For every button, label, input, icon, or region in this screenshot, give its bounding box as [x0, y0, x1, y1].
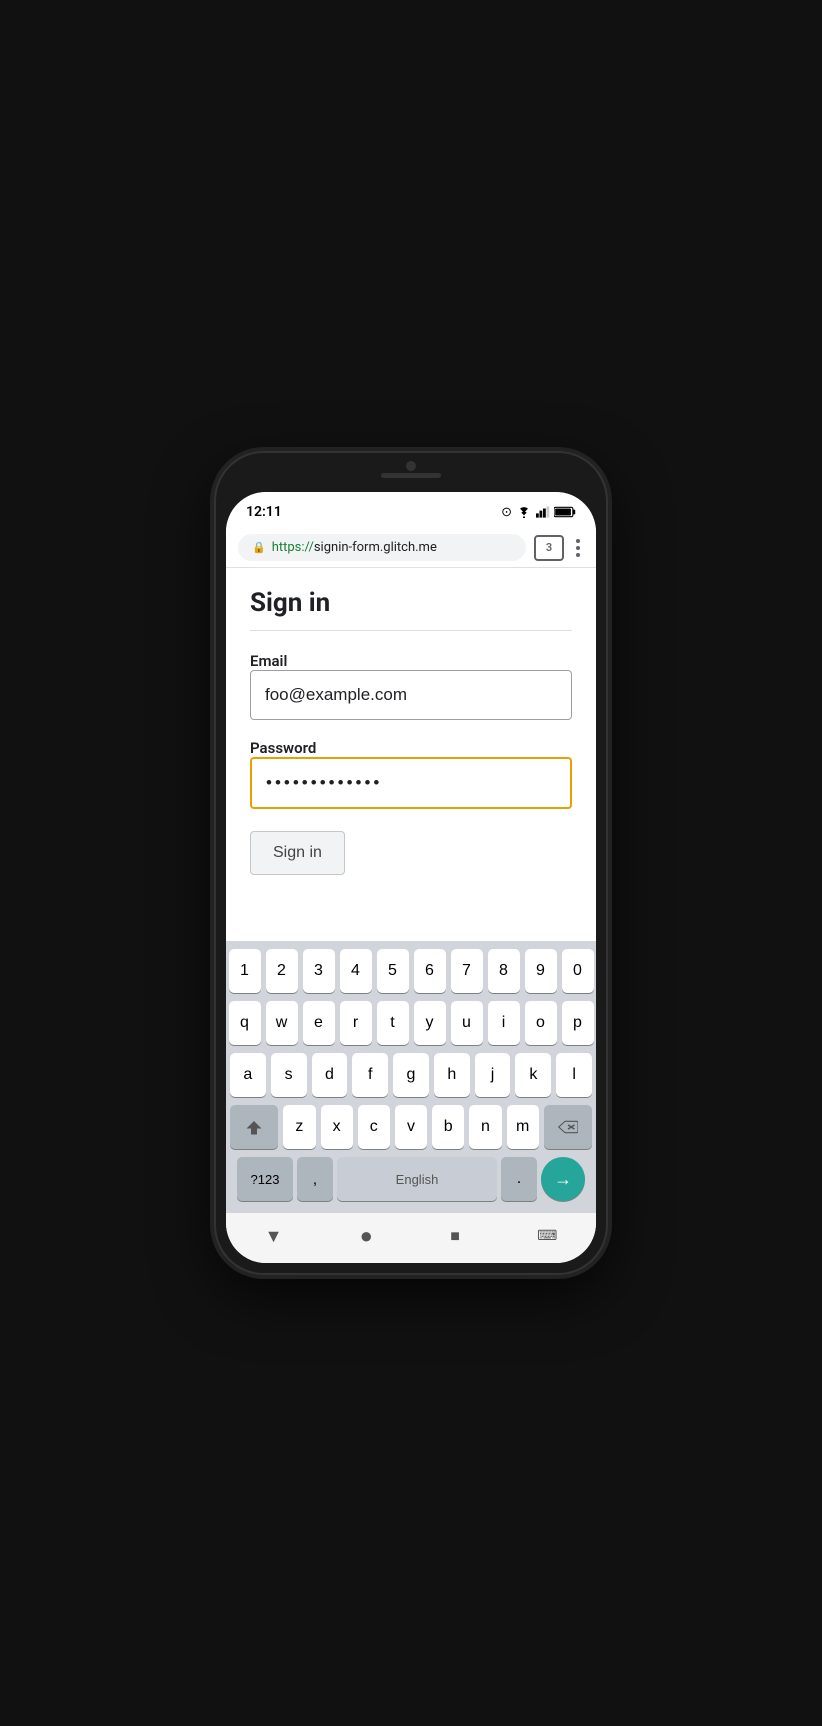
key-0[interactable]: 0: [562, 949, 594, 993]
key-b[interactable]: b: [432, 1105, 464, 1149]
nav-bar: ▼ ● ■ ⌨: [226, 1213, 596, 1263]
camera-area: [216, 453, 606, 473]
key-t[interactable]: t: [377, 1001, 409, 1045]
key-a[interactable]: a: [230, 1053, 266, 1097]
status-icons: ⊙: [501, 505, 576, 520]
backspace-key[interactable]: [544, 1105, 592, 1149]
menu-button[interactable]: [572, 535, 584, 561]
url-https: https://: [272, 540, 314, 555]
menu-dot: [576, 546, 580, 550]
enter-key[interactable]: →: [541, 1157, 585, 1201]
key-5[interactable]: 5: [377, 949, 409, 993]
key-d[interactable]: d: [312, 1053, 348, 1097]
address-bar: 🔒 https://signin-form.glitch.me 3: [226, 528, 596, 568]
nav-recents-icon[interactable]: ■: [450, 1226, 460, 1246]
phone-frame: 12:11 ⊙: [216, 453, 606, 1273]
sign-in-button[interactable]: Sign in: [250, 831, 345, 875]
keyboard: 1 2 3 4 5 6 7 8 9 0 q w e r t y u i: [226, 941, 596, 1213]
nav-home-icon[interactable]: ●: [360, 1223, 373, 1249]
space-key[interactable]: English: [337, 1157, 497, 1201]
key-g[interactable]: g: [393, 1053, 429, 1097]
key-q[interactable]: q: [229, 1001, 261, 1045]
key-y[interactable]: y: [414, 1001, 446, 1045]
key-e[interactable]: e: [303, 1001, 335, 1045]
key-f[interactable]: f: [352, 1053, 388, 1097]
title-divider: [250, 630, 572, 631]
status-bar: 12:11 ⊙: [226, 492, 596, 528]
key-u[interactable]: u: [451, 1001, 483, 1045]
lock-icon: 🔒: [252, 541, 266, 554]
battery-icon: [554, 506, 576, 518]
shift-key[interactable]: [230, 1105, 278, 1149]
keyboard-row-numbers: 1 2 3 4 5 6 7 8 9 0: [230, 949, 592, 993]
numbers-switch-key[interactable]: ?123: [237, 1157, 293, 1201]
key-7[interactable]: 7: [451, 949, 483, 993]
key-8[interactable]: 8: [488, 949, 520, 993]
page-content: Sign in Email Password Sign in: [226, 568, 596, 941]
tab-button[interactable]: 3: [534, 535, 564, 561]
url-domain: signin-form.glitch.me: [314, 540, 437, 555]
key-v[interactable]: v: [395, 1105, 427, 1149]
camera-dot: [406, 461, 416, 471]
keyboard-row-bottom: ?123 , English . →: [230, 1157, 592, 1201]
keyboard-row-qwerty: q w e r t y u i o p: [230, 1001, 592, 1045]
key-z[interactable]: z: [283, 1105, 315, 1149]
keyboard-row-asdf: a s d f g h j k l: [230, 1053, 592, 1097]
phone-screen: 12:11 ⊙: [226, 492, 596, 1263]
key-4[interactable]: 4: [340, 949, 372, 993]
page-title: Sign in: [250, 588, 572, 618]
key-p[interactable]: p: [562, 1001, 594, 1045]
comma-key[interactable]: ,: [297, 1157, 333, 1201]
key-r[interactable]: r: [340, 1001, 372, 1045]
email-input[interactable]: [250, 670, 572, 720]
key-l[interactable]: l: [556, 1053, 592, 1097]
wifi-icon: [516, 506, 532, 518]
notification-icon: ⊙: [501, 505, 512, 520]
nav-keyboard-icon[interactable]: ⌨: [537, 1228, 557, 1244]
key-j[interactable]: j: [475, 1053, 511, 1097]
url-container[interactable]: 🔒 https://signin-form.glitch.me: [238, 534, 526, 561]
menu-dot: [576, 539, 580, 543]
key-c[interactable]: c: [358, 1105, 390, 1149]
key-o[interactable]: o: [525, 1001, 557, 1045]
url-text: https://signin-form.glitch.me: [272, 540, 437, 555]
key-k[interactable]: k: [515, 1053, 551, 1097]
key-w[interactable]: w: [266, 1001, 298, 1045]
speaker: [381, 473, 441, 478]
key-1[interactable]: 1: [229, 949, 261, 993]
key-2[interactable]: 2: [266, 949, 298, 993]
status-time: 12:11: [246, 504, 282, 520]
key-n[interactable]: n: [469, 1105, 501, 1149]
period-key[interactable]: .: [501, 1157, 537, 1201]
key-h[interactable]: h: [434, 1053, 470, 1097]
signal-icon: [536, 506, 550, 518]
key-m[interactable]: m: [507, 1105, 539, 1149]
menu-dot: [576, 553, 580, 557]
password-input[interactable]: [250, 757, 572, 809]
key-6[interactable]: 6: [414, 949, 446, 993]
password-label: Password: [250, 739, 316, 757]
email-label: Email: [250, 652, 287, 670]
key-s[interactable]: s: [271, 1053, 307, 1097]
keyboard-row-zxcv: z x c v b n m: [230, 1105, 592, 1149]
nav-back-icon[interactable]: ▼: [265, 1226, 283, 1247]
key-i[interactable]: i: [488, 1001, 520, 1045]
key-3[interactable]: 3: [303, 949, 335, 993]
key-x[interactable]: x: [321, 1105, 353, 1149]
key-9[interactable]: 9: [525, 949, 557, 993]
